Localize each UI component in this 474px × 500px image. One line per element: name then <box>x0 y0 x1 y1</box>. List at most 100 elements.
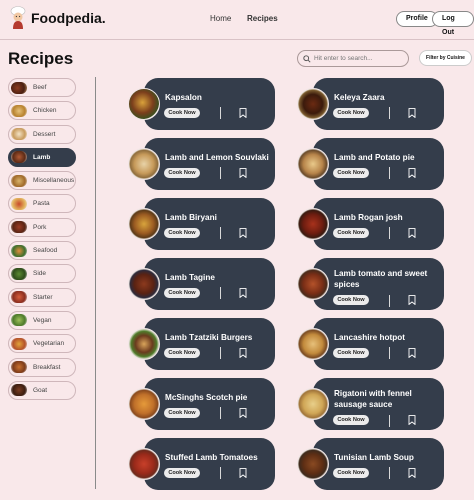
category-goat[interactable]: Goat <box>8 380 76 400</box>
bookmark-icon[interactable] <box>408 468 416 478</box>
cook-now-button[interactable]: Cook Now <box>164 288 200 298</box>
category-starter[interactable]: Starter <box>8 287 76 307</box>
pork-thumbnail <box>11 221 27 234</box>
category-lamb[interactable]: Lamb <box>8 147 76 167</box>
goat-thumbnail <box>11 384 27 397</box>
recipe-card[interactable]: Stuffed Lamb Tomatoes Cook Now <box>144 438 275 490</box>
cook-now-button[interactable]: Cook Now <box>164 408 200 418</box>
recipe-card[interactable]: Kapsalon Cook Now <box>144 78 275 130</box>
nav-recipes-link[interactable]: Recipes <box>247 14 278 23</box>
cook-now-button[interactable]: Cook Now <box>164 468 200 478</box>
category-beef[interactable]: Beef <box>8 78 76 97</box>
recipe-card[interactable]: Tunisian Lamb Soup Cook Now <box>313 438 444 490</box>
seafood-thumbnail <box>11 244 27 257</box>
recipe-image[interactable] <box>128 88 160 120</box>
recipe-image[interactable] <box>297 328 329 360</box>
category-label: Chicken <box>33 107 57 115</box>
category-seafood[interactable]: Seafood <box>8 241 76 261</box>
cook-now-button[interactable]: Cook Now <box>333 168 369 178</box>
recipe-image[interactable] <box>128 208 160 240</box>
bookmark-icon[interactable] <box>408 168 416 178</box>
cook-now-button[interactable]: Cook Now <box>164 108 200 118</box>
recipe-title: Rigatoni with fennel sausage sauce <box>334 389 412 409</box>
category-pasta[interactable]: Pasta <box>8 194 76 214</box>
category-pork[interactable]: Pork <box>8 217 76 237</box>
category-miscellaneous[interactable]: Miscellaneous <box>8 171 76 191</box>
bookmark-icon[interactable] <box>408 228 416 238</box>
category-vegetarian[interactable]: Vegetarian <box>8 334 76 354</box>
category-side[interactable]: Side <box>8 264 76 284</box>
recipe-image[interactable] <box>128 388 160 420</box>
recipe-image[interactable] <box>128 448 160 480</box>
lamb-thumbnail <box>11 151 27 164</box>
cook-now-button[interactable]: Cook Now <box>333 415 369 425</box>
recipe-image[interactable] <box>297 388 329 420</box>
cook-now-button[interactable]: Cook Now <box>333 468 369 478</box>
card-divider <box>220 107 221 119</box>
recipe-card[interactable]: Lancashire hotpot Cook Now <box>313 318 444 370</box>
chef-logo-icon <box>8 6 28 30</box>
recipe-image[interactable] <box>128 148 160 180</box>
recipe-title: Lamb Tzatziki Burgers <box>165 333 253 342</box>
card-divider <box>389 107 390 119</box>
cook-now-button[interactable]: Cook Now <box>333 348 369 358</box>
category-chicken[interactable]: Chicken <box>8 101 76 121</box>
bookmark-icon[interactable] <box>239 168 247 178</box>
card-divider <box>389 167 390 179</box>
bookmark-icon[interactable] <box>408 348 416 358</box>
card-divider <box>220 467 221 479</box>
recipe-card[interactable]: McSinghs Scotch pie Cook Now <box>144 378 275 430</box>
recipe-image[interactable] <box>128 268 160 300</box>
vegetarian-thumbnail <box>11 337 27 350</box>
bookmark-icon[interactable] <box>239 108 247 118</box>
recipe-title: Lancashire hotpot <box>334 333 405 342</box>
cuisine-filter-select[interactable]: Filter by Cuisine <box>419 50 472 66</box>
recipe-image[interactable] <box>128 328 160 360</box>
miscellaneous-thumbnail <box>11 174 27 187</box>
cook-now-button[interactable]: Cook Now <box>333 108 369 118</box>
cook-now-button[interactable]: Cook Now <box>164 348 200 358</box>
recipe-image[interactable] <box>297 88 329 120</box>
recipe-image[interactable] <box>297 208 329 240</box>
recipe-card[interactable]: Lamb tomato and sweet spices Cook Now <box>313 258 444 310</box>
recipe-card[interactable]: Lamb Biryani Cook Now <box>144 198 275 250</box>
bookmark-icon[interactable] <box>239 348 247 358</box>
recipe-card[interactable]: Lamb Tzatziki Burgers Cook Now <box>144 318 275 370</box>
category-vegan[interactable]: Vegan <box>8 310 76 330</box>
card-divider <box>220 407 221 419</box>
category-breakfast[interactable]: Breakfast <box>8 357 76 377</box>
recipe-image[interactable] <box>297 268 329 300</box>
bookmark-icon[interactable] <box>408 295 416 305</box>
recipe-image[interactable] <box>297 448 329 480</box>
bookmark-icon[interactable] <box>239 468 247 478</box>
cook-now-button[interactable]: Cook Now <box>333 295 369 305</box>
recipe-card[interactable]: Lamb and Potato pie Cook Now <box>313 138 444 190</box>
search-box[interactable] <box>297 50 409 67</box>
cook-now-button[interactable]: Cook Now <box>333 228 369 238</box>
category-sidebar: Beef Chicken Dessert Lamb Miscellaneous … <box>8 78 76 404</box>
side-thumbnail <box>11 267 27 280</box>
bookmark-icon[interactable] <box>408 108 416 118</box>
recipe-title: Keleya Zaara <box>334 93 385 102</box>
cook-now-button[interactable]: Cook Now <box>164 168 200 178</box>
dessert-thumbnail <box>11 128 27 141</box>
category-label: Pasta <box>33 200 50 208</box>
recipe-card[interactable]: Lamb Rogan josh Cook Now <box>313 198 444 250</box>
recipe-card[interactable]: Keleya Zaara Cook Now <box>313 78 444 130</box>
recipe-card[interactable]: Rigatoni with fennel sausage sauce Cook … <box>313 378 444 430</box>
card-divider <box>389 227 390 239</box>
bookmark-icon[interactable] <box>239 228 247 238</box>
bookmark-icon[interactable] <box>408 415 416 425</box>
search-input[interactable] <box>314 55 404 62</box>
bookmark-icon[interactable] <box>239 288 247 298</box>
nav-home-link[interactable]: Home <box>210 14 231 23</box>
recipe-title: Tunisian Lamb Soup <box>334 453 414 462</box>
bookmark-icon[interactable] <box>239 408 247 418</box>
brand-logo[interactable]: Foodpedia. <box>8 6 106 30</box>
recipe-card[interactable]: Lamb and Lemon Souvlaki Cook Now <box>144 138 275 190</box>
logout-button[interactable]: Log Out <box>432 11 474 36</box>
recipe-card[interactable]: Lamb Tagine Cook Now <box>144 258 275 310</box>
category-dessert[interactable]: Dessert <box>8 124 76 144</box>
recipe-image[interactable] <box>297 148 329 180</box>
cook-now-button[interactable]: Cook Now <box>164 228 200 238</box>
